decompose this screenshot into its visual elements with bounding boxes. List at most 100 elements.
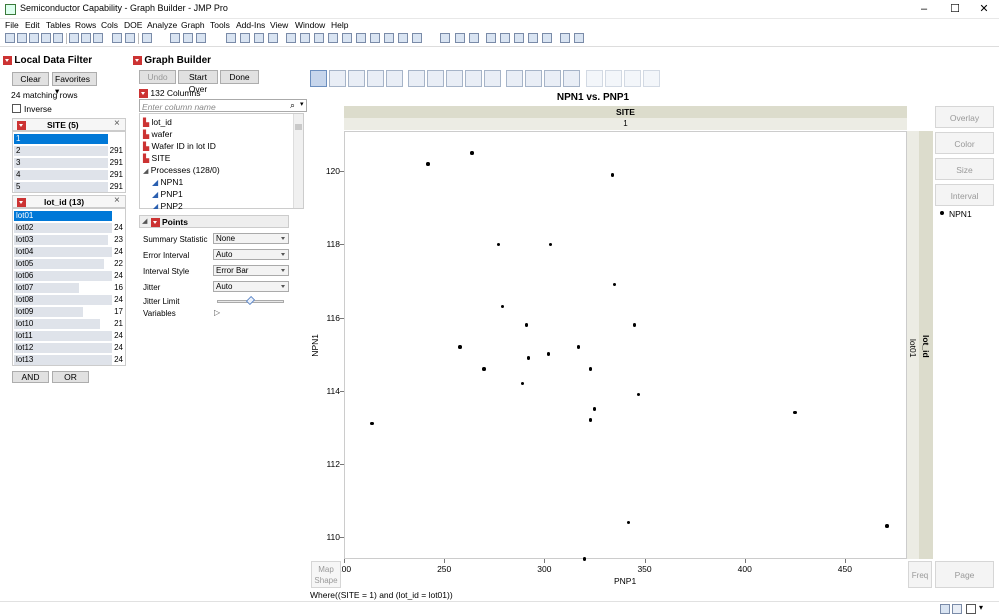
lot-filter-remove-icon[interactable]: × <box>114 195 120 206</box>
interval-style-select[interactable]: Error Bar <box>213 265 289 276</box>
simple-shape-icon[interactable] <box>398 33 408 43</box>
list-item[interactable]: lot08 24 <box>14 294 124 305</box>
scatter-point[interactable] <box>526 356 531 360</box>
menu-analyze[interactable]: Analyze <box>147 20 177 30</box>
or-button[interactable]: OR <box>52 371 89 383</box>
boxplot-element-icon[interactable] <box>465 70 482 87</box>
scatter-point[interactable] <box>576 345 581 349</box>
column-list-scrollbar[interactable] <box>293 114 303 208</box>
x-axis-label[interactable]: PNP1 <box>614 576 636 586</box>
start-over-button[interactable]: Start Over <box>178 70 218 94</box>
overlay-drop-zone[interactable]: Overlay <box>935 106 994 128</box>
list-item[interactable]: lot07 16 <box>14 282 124 293</box>
favorites-button[interactable]: Favorites ▾ <box>52 72 97 96</box>
data-view-icon[interactable] <box>486 33 496 43</box>
scatter-point[interactable] <box>470 151 474 155</box>
parallel-element-icon[interactable] <box>624 70 641 87</box>
columns-menu-icon[interactable] <box>139 89 148 99</box>
close-button[interactable]: ✕ <box>969 0 999 19</box>
scatter-point[interactable] <box>885 524 889 528</box>
list-item[interactable]: ◢ Processes (128/0) <box>143 165 220 175</box>
maximize-button[interactable]: ☐ <box>940 0 970 19</box>
search-icon[interactable]: ⌕ <box>290 100 295 111</box>
menu-graph[interactable]: Graph <box>181 20 205 30</box>
new-script-icon[interactable] <box>17 33 27 43</box>
layout-icon[interactable] <box>183 33 193 43</box>
print-icon[interactable] <box>53 33 63 43</box>
group-x-header[interactable]: SITE <box>344 106 907 118</box>
area-element-icon[interactable] <box>446 70 463 87</box>
scatter-point[interactable] <box>496 242 501 247</box>
column-search-field[interactable]: Enter column name ⌕ ▾ <box>139 99 307 112</box>
menu-add-ins[interactable]: Add-Ins <box>236 20 265 30</box>
histogram-element-icon[interactable] <box>484 70 501 87</box>
scatter-point[interactable] <box>632 323 637 327</box>
list-item[interactable]: 1 291 <box>14 133 124 144</box>
interval-drop-zone[interactable]: Interval <box>935 184 994 206</box>
menu-rows[interactable]: Rows <box>75 20 96 30</box>
list-item[interactable]: ▙ wafer <box>143 129 172 139</box>
cut-icon[interactable] <box>69 33 79 43</box>
grabber-tool-icon[interactable] <box>286 33 296 43</box>
bar-element-icon[interactable] <box>427 70 444 87</box>
list-item[interactable]: ◢ NPN1 <box>152 177 183 187</box>
copy-icon[interactable] <box>81 33 91 43</box>
list-item[interactable]: 5 291 <box>14 181 124 192</box>
list-item[interactable]: lot01 24 <box>14 210 124 221</box>
map-shapes-element-icon[interactable] <box>605 70 622 87</box>
run-script-icon[interactable] <box>574 33 584 43</box>
distribution-icon[interactable] <box>528 33 538 43</box>
scatter-point[interactable] <box>610 173 615 177</box>
script-icon[interactable] <box>112 33 122 43</box>
menu-tables[interactable]: Tables <box>46 20 71 30</box>
error-interval-select[interactable]: Auto <box>213 249 289 260</box>
line-tool-icon[interactable] <box>356 33 366 43</box>
site-filter-menu-icon[interactable] <box>17 121 26 131</box>
new-table-icon[interactable] <box>5 33 15 43</box>
treemap-element-icon[interactable] <box>544 70 561 87</box>
list-item[interactable]: lot10 21 <box>14 318 124 329</box>
lasso-tool-icon[interactable] <box>300 33 310 43</box>
list-item[interactable]: lot03 23 <box>14 234 124 245</box>
site-filter-remove-icon[interactable]: × <box>114 118 120 129</box>
layout-dropdown-icon[interactable]: ▾ <box>979 603 983 612</box>
gb-menu-icon[interactable] <box>133 56 142 66</box>
subset-icon[interactable] <box>500 33 510 43</box>
collapse-triangle-icon[interactable]: ◢ <box>142 217 147 225</box>
help-tool-icon[interactable] <box>240 33 250 43</box>
polygon-tool-icon[interactable] <box>384 33 394 43</box>
menu-tools[interactable]: Tools <box>210 20 230 30</box>
open-icon[interactable] <box>29 33 39 43</box>
list-item[interactable]: lot06 24 <box>14 270 124 281</box>
list-item[interactable]: ◢ PNP2 <box>152 201 183 209</box>
list-item[interactable]: lot04 24 <box>14 246 124 257</box>
clear-button[interactable]: Clear <box>12 72 49 86</box>
menu-file[interactable]: File <box>5 20 19 30</box>
formula-element-icon[interactable] <box>586 70 603 87</box>
brush-tool-icon[interactable] <box>328 33 338 43</box>
search-icon[interactable] <box>142 33 152 43</box>
annotate-tool-icon[interactable] <box>370 33 380 43</box>
expand-triangle-icon[interactable]: ◢ <box>143 168 148 175</box>
fit-model-icon[interactable] <box>542 33 552 43</box>
scatter-point[interactable] <box>582 557 587 561</box>
points-menu-icon[interactable] <box>151 218 160 228</box>
list-item[interactable]: ◢ PNP1 <box>152 189 183 199</box>
list-item[interactable]: lot13 24 <box>14 354 124 365</box>
selection-tool-icon[interactable] <box>254 33 264 43</box>
heatmap-element-icon[interactable] <box>386 70 403 87</box>
window-list-icon[interactable] <box>952 604 962 614</box>
search-options-icon[interactable]: ▾ <box>300 100 304 108</box>
scatter-point[interactable] <box>546 352 551 356</box>
crosshairs-icon[interactable] <box>342 33 352 43</box>
jitter-limit-handle[interactable] <box>245 295 256 306</box>
table-icon[interactable] <box>170 33 180 43</box>
wrap-header-strip[interactable]: lot_id <box>919 131 933 559</box>
scatter-point[interactable] <box>458 345 462 349</box>
list-item[interactable]: lot02 24 <box>14 222 124 233</box>
undo-button[interactable]: Undo <box>139 70 176 84</box>
page-drop-zone[interactable]: Page <box>935 561 994 588</box>
jitter-select[interactable]: Auto <box>213 281 289 292</box>
lock-icon[interactable] <box>125 33 135 43</box>
minimize-button[interactable]: – <box>909 0 939 19</box>
